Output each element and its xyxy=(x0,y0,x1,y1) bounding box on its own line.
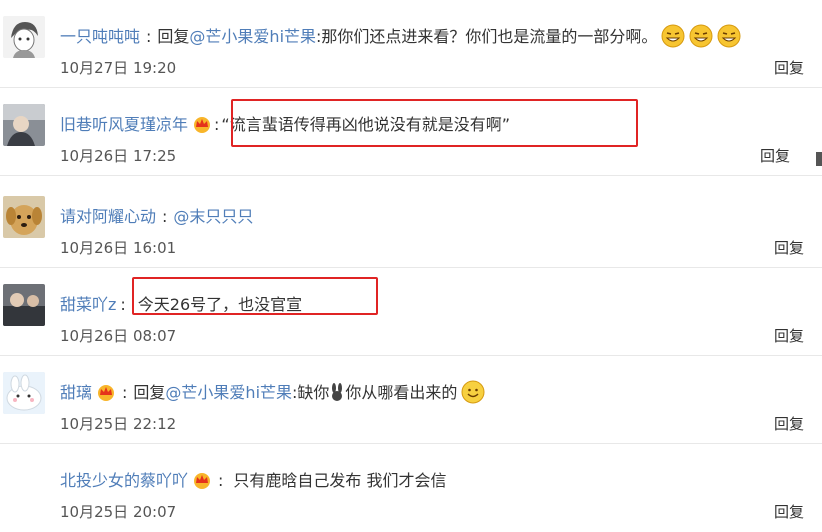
highlight-box xyxy=(132,277,378,315)
grin-emoji-icon xyxy=(661,24,685,56)
avatar[interactable] xyxy=(3,372,45,414)
comment-item: 一只吨吨吨: 回复@芒小果爱hi芒果:那你们还点进来看？你们也是流量的一部分啊。 … xyxy=(0,0,822,88)
username-link[interactable]: 北投少女的蔡吖吖 xyxy=(60,471,188,490)
comment-time: 10月25日 22:12 xyxy=(60,415,177,433)
avatar[interactable] xyxy=(3,104,45,146)
comment-text: :缺你 xyxy=(292,383,330,402)
comment-text: 只有鹿晗自己发布 我们才会信 xyxy=(233,471,447,490)
grin-emoji-icon xyxy=(717,24,741,56)
mention-link[interactable]: @芒小果爱hi芒果 xyxy=(189,27,316,46)
comment-item: 请对阿耀心动: @末只只只 10月26日 16:01 回复 xyxy=(0,180,822,268)
comment-body: 北投少女的蔡吖吖: 只有鹿晗自己发布 我们才会信 xyxy=(60,468,447,494)
avatar[interactable] xyxy=(3,196,45,238)
separator: : xyxy=(214,115,220,134)
separator: : xyxy=(218,471,224,490)
smile-emoji-icon xyxy=(461,380,485,412)
reply-button[interactable]: 回复 xyxy=(774,502,804,522)
grin-emoji-icon xyxy=(689,24,713,56)
username-link[interactable]: 旧巷听风夏瑾凉年 xyxy=(60,115,188,134)
comment-time: 10月26日 17:25 xyxy=(60,147,177,165)
username-link[interactable]: 甜菜吖z xyxy=(60,295,116,314)
crown-icon xyxy=(96,383,116,409)
highlight-box xyxy=(231,99,638,147)
reply-button[interactable]: 回复 xyxy=(774,238,804,258)
reply-button[interactable]: 回复 xyxy=(774,58,804,78)
separator: : xyxy=(120,295,126,314)
mention-link[interactable]: @芒小果爱hi芒果 xyxy=(165,383,292,402)
separator: : xyxy=(162,207,168,226)
comment-time: 10月26日 08:07 xyxy=(60,327,177,345)
crown-icon xyxy=(192,471,212,497)
comment-item: 甜璃: 回复@芒小果爱hi芒果:缺你 你从哪看出来的 10月25日 22:12 回复 xyxy=(0,356,822,444)
comment-text: :那你们还点进来看？你们也是流量的一部分啊。 xyxy=(316,27,658,46)
bunny-icon xyxy=(330,383,344,409)
comment-item: 北投少女的蔡吖吖: 只有鹿晗自己发布 我们才会信 10月25日 20:07 回复 xyxy=(0,444,822,532)
scrollbar-thumb[interactable] xyxy=(816,152,822,166)
comment-body: 一只吨吨吨: 回复@芒小果爱hi芒果:那你们还点进来看？你们也是流量的一部分啊。 xyxy=(60,24,741,50)
comment-time: 10月25日 20:07 xyxy=(60,503,177,521)
reply-button[interactable]: 回复 xyxy=(774,414,804,434)
comment-time: 10月26日 16:01 xyxy=(60,239,177,257)
username-link[interactable]: 一只吨吨吨 xyxy=(60,27,140,46)
username-link[interactable]: 请对阿耀心动 xyxy=(60,207,156,226)
reply-button[interactable]: 回复 xyxy=(760,146,790,166)
separator: : xyxy=(122,383,128,402)
reply-prefix: 回复 xyxy=(133,383,166,402)
reply-prefix: 回复 xyxy=(157,27,190,46)
comment-time: 10月27日 19:20 xyxy=(60,59,177,77)
mention-link[interactable]: @末只只只 xyxy=(173,207,253,226)
comment-item: 甜菜吖z: 今天26号了，也没官宣 10月26日 08:07 回复 xyxy=(0,268,822,356)
reply-button[interactable]: 回复 xyxy=(774,326,804,346)
separator: : xyxy=(146,27,152,46)
crown-icon xyxy=(192,115,212,141)
username-link[interactable]: 甜璃 xyxy=(60,383,92,402)
avatar[interactable] xyxy=(3,16,45,58)
avatar[interactable] xyxy=(3,284,45,326)
comment-body: 甜璃: 回复@芒小果爱hi芒果:缺你 你从哪看出来的 xyxy=(60,380,485,406)
comment-body: 请对阿耀心动: @末只只只 xyxy=(60,204,253,230)
comment-text-continued: 你从哪看出来的 xyxy=(345,383,458,402)
